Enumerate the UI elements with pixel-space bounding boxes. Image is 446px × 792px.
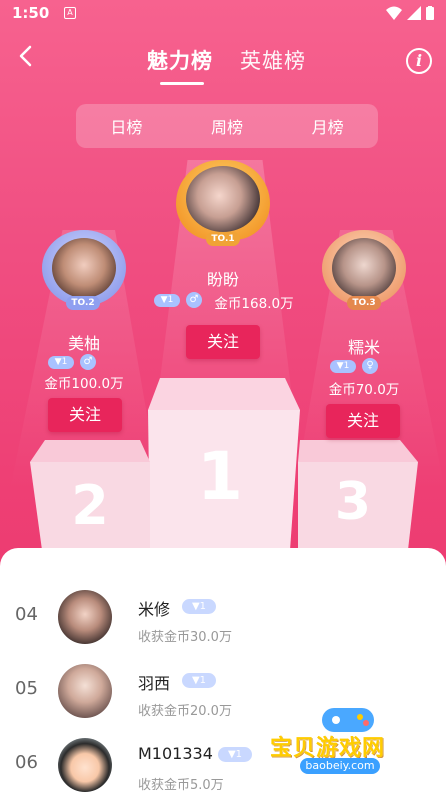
list-rank: 04 xyxy=(15,604,38,625)
badges-first: ▼1 ♂ xyxy=(154,292,202,308)
level-badge: ▼1 xyxy=(154,293,180,307)
name-second: 美柚 xyxy=(67,334,100,353)
badges-second: ▼1 ♂ xyxy=(48,354,96,370)
avatar[interactable] xyxy=(58,738,112,792)
list-coins: 收获金币30.0万 xyxy=(138,630,232,645)
avatar-first[interactable] xyxy=(186,166,260,232)
rank-tag-third: TO.3 xyxy=(347,296,381,310)
follow-button-third[interactable]: 关注 xyxy=(326,404,400,438)
podium-top-third xyxy=(298,440,418,462)
level-badge: ▼1 xyxy=(182,599,216,614)
list-name: 羽西 xyxy=(138,674,171,693)
watermark: 宝贝游戏网 baobeiy.com xyxy=(260,700,440,788)
female-icon: ♀ xyxy=(362,358,378,374)
male-icon: ♂ xyxy=(186,292,202,308)
level-badge: ▼1 xyxy=(182,673,216,688)
list-name: M101334 xyxy=(138,744,213,763)
follow-button-first[interactable]: 关注 xyxy=(186,325,260,359)
list-rank: 05 xyxy=(15,678,38,699)
watermark-url: baobeiy.com xyxy=(300,758,380,774)
list-coins: 收获金币5.0万 xyxy=(138,778,224,792)
list-name: 米修 xyxy=(138,600,171,619)
avatar[interactable] xyxy=(58,590,112,644)
podium-number-third: 3 xyxy=(334,472,372,532)
podium-number-first: 1 xyxy=(197,438,243,515)
list-item[interactable]: 04 米修 ▼1 收获金币30.0万 xyxy=(0,578,446,652)
badges-third: ▼1 ♀ xyxy=(330,358,378,374)
level-badge: ▼1 xyxy=(218,747,252,762)
leaderboard-screen: 1:50 A 魅力榜 英雄榜 i 日榜 周榜 月榜 1 2 3 TO.1 盼盼 … xyxy=(0,0,446,792)
avatar-third[interactable] xyxy=(332,238,396,298)
podium-top-second xyxy=(30,440,150,462)
follow-button-second[interactable]: 关注 xyxy=(48,398,122,432)
male-icon: ♂ xyxy=(80,354,96,370)
level-badge: ▼1 xyxy=(48,355,74,369)
avatar-second[interactable] xyxy=(52,238,116,298)
name-third: 糯米 xyxy=(347,338,380,357)
avatar[interactable] xyxy=(58,664,112,718)
podium-top-first xyxy=(148,378,300,410)
list-rank: 06 xyxy=(15,752,38,773)
coins-third: 金币70.0万 xyxy=(328,382,400,398)
level-badge: ▼1 xyxy=(330,359,356,373)
name-first: 盼盼 xyxy=(206,270,239,289)
coins-first: 金币168.0万 xyxy=(214,296,294,312)
rank-tag-first: TO.1 xyxy=(206,232,240,246)
rank-tag-second: TO.2 xyxy=(66,296,100,310)
coins-second: 金币100.0万 xyxy=(44,376,124,392)
list-coins: 收获金币20.0万 xyxy=(138,704,232,719)
podium-number-second: 2 xyxy=(71,474,109,537)
